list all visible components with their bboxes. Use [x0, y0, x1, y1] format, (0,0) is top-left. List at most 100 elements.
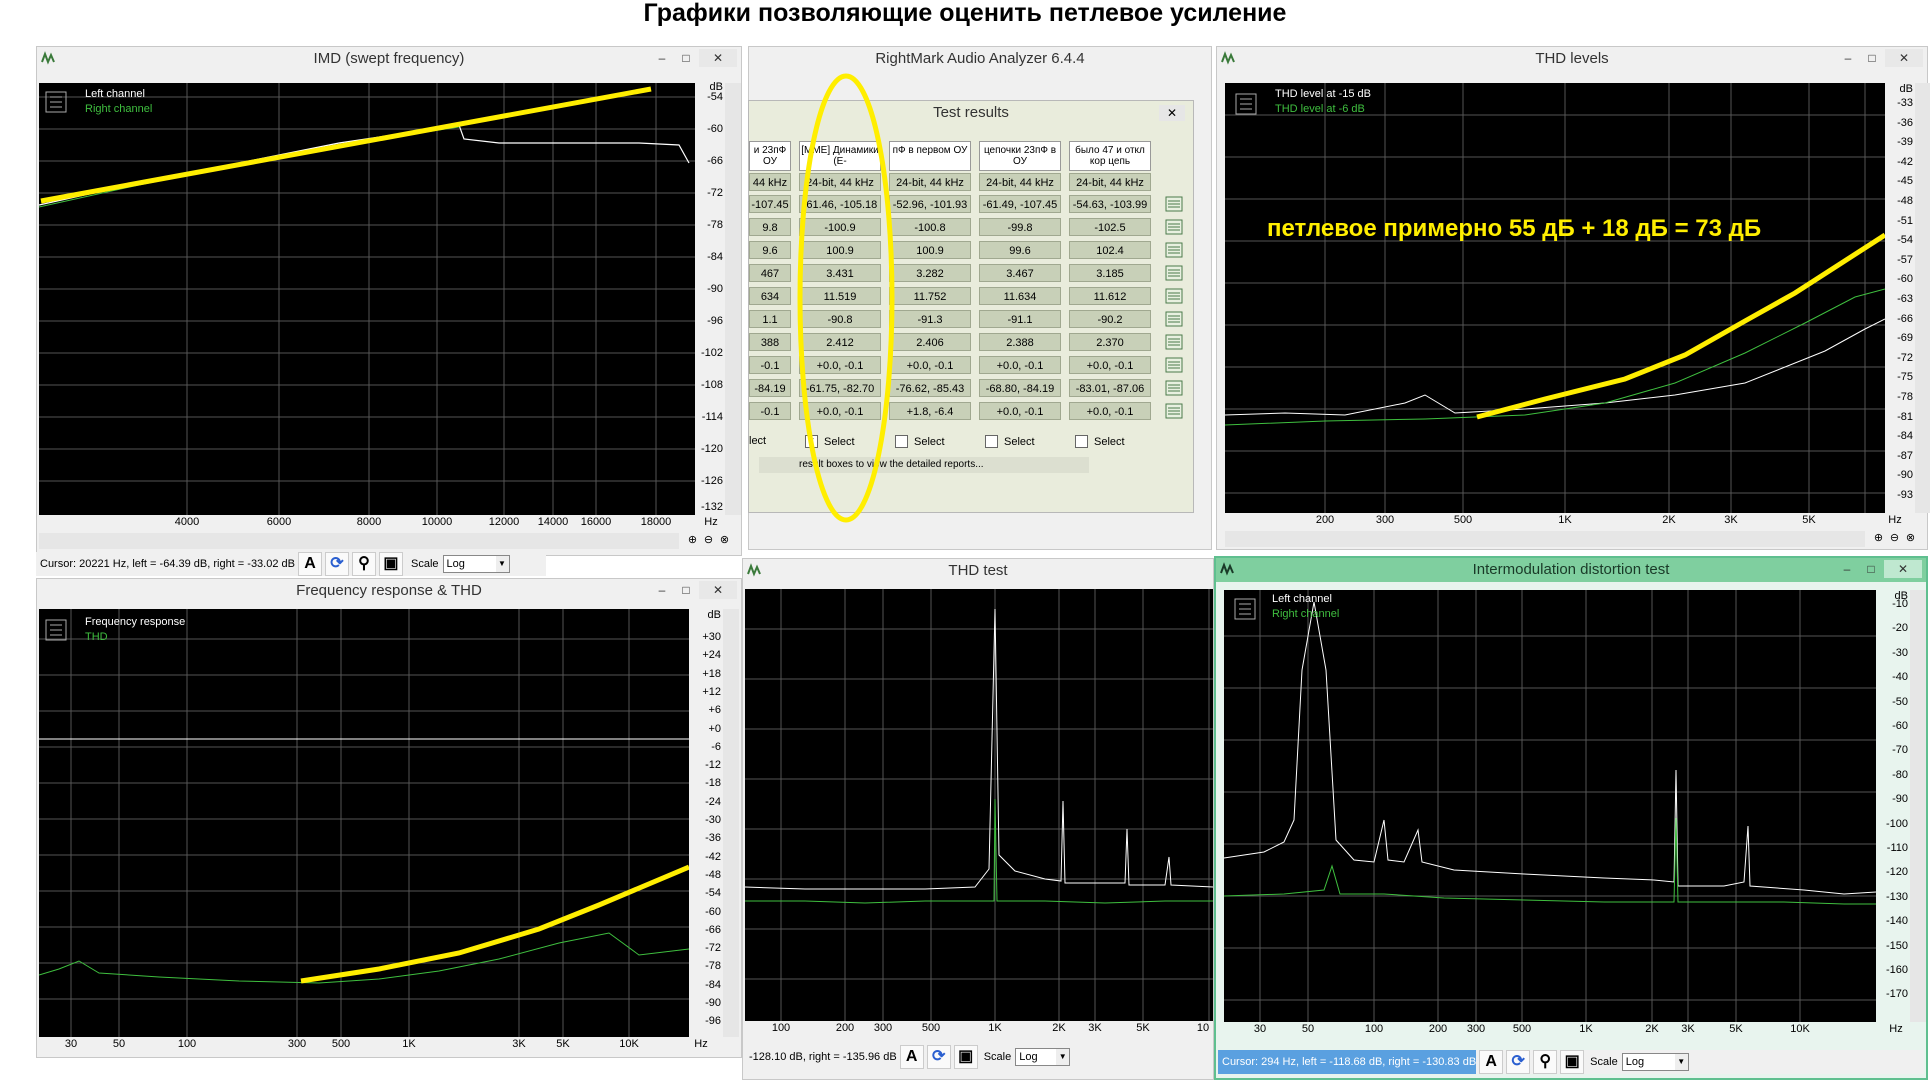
imd-test-y-axis: dB -10 -20 -30 -40 -50 -60 -70 -80 -90 -100 -110 -1… [1876, 590, 1910, 1022]
font-icon[interactable]: A [899, 1045, 924, 1069]
x-tick: 2K [1662, 514, 1676, 526]
y-tick: -84 [705, 978, 721, 991]
minimize-button[interactable]: – [651, 581, 673, 599]
legend-toggle-icon[interactable] [45, 91, 67, 113]
column-header: цепочки 23пФ в ОУ [979, 141, 1061, 171]
freq-response-plot[interactable]: Frequency response THD [39, 609, 689, 1037]
thd-test-statusbar: -128.10 dB, right = -135.96 dB A ⟳ ▣ Sca… [745, 1045, 1213, 1069]
imd-swept-titlebar[interactable]: IMD (swept frequency) – □ ✕ [37, 47, 741, 71]
magnify-icon[interactable]: ⚲ [351, 552, 376, 576]
freq-response-title: Frequency response & THD [296, 582, 482, 599]
freq-response-vscroll[interactable] [723, 609, 739, 1037]
y-tick: -108 [700, 379, 723, 391]
save-icon[interactable]: ▣ [1560, 1050, 1585, 1074]
save-icon[interactable]: ▣ [378, 552, 403, 576]
x-tick: 50 [1301, 1023, 1315, 1035]
select-checkbox[interactable]: Select [1075, 435, 1125, 448]
close-button[interactable]: ✕ [699, 49, 737, 67]
zoom-in-icon[interactable]: ⊕ [685, 533, 700, 548]
y-tick: -84 [707, 251, 723, 263]
y-tick: -72 [1897, 351, 1913, 364]
minimize-button[interactable]: – [1837, 49, 1859, 67]
legend-toggle-icon[interactable] [1234, 598, 1256, 620]
font-icon[interactable]: A [297, 552, 322, 576]
minimize-button[interactable]: – [651, 49, 673, 67]
graph-view-icon[interactable] [1164, 333, 1184, 351]
imd-test-titlebar[interactable]: Intermodulation distortion test – □ ✕ [1216, 558, 1926, 582]
graph-view-icon[interactable] [1164, 287, 1184, 305]
refresh-icon[interactable]: ⟳ [1506, 1050, 1531, 1074]
graph-view-icon[interactable] [1164, 356, 1184, 374]
imd-test-plot[interactable]: Left channel Right channel [1224, 590, 1876, 1022]
scale-select[interactable]: Log ▼ [1015, 1048, 1071, 1066]
zoom-out-icon[interactable]: ⊖ [701, 533, 716, 548]
result-cell: 3.467 [979, 264, 1061, 282]
save-icon[interactable]: ▣ [953, 1045, 978, 1069]
graph-view-icon[interactable] [1164, 241, 1184, 259]
rate-cell: 24-bit, 44 kHz [979, 173, 1061, 191]
font-icon[interactable]: A [1479, 1050, 1504, 1074]
graph-view-icon[interactable] [1164, 264, 1184, 282]
thd-levels-plot[interactable]: THD level at -15 dB THD level at -6 dB п… [1225, 83, 1885, 513]
select-checkbox[interactable]: lect [749, 435, 766, 447]
refresh-icon[interactable]: ⟳ [926, 1045, 951, 1069]
close-button[interactable]: ✕ [1884, 560, 1922, 578]
thd-levels-window[interactable]: THD levels – □ ✕ THD level at -15 dB THD l… [1216, 46, 1930, 550]
imd-test-window[interactable]: Intermodulation distortion test – □ ✕ Left… [1214, 556, 1928, 1080]
thd-levels-vscroll[interactable] [1915, 83, 1930, 513]
zoom-in-icon[interactable]: ⊕ [1871, 531, 1886, 546]
select-checkbox[interactable]: Select [985, 435, 1035, 448]
y-tick: -90 [1897, 469, 1913, 482]
legend-toggle-icon[interactable] [45, 619, 67, 641]
graph-view-icon[interactable] [1164, 310, 1184, 328]
zoom-out-icon[interactable]: ⊖ [1887, 531, 1902, 546]
imd-swept-window[interactable]: IMD (swept frequency) – □ ✕ Left channel R… [36, 46, 742, 556]
thd-minus6-trace [1225, 288, 1885, 426]
y-tick: -39 [1897, 136, 1913, 149]
thd-test-titlebar[interactable]: THD test [743, 559, 1213, 583]
x-tick: 300 [873, 1022, 893, 1034]
scale-select[interactable]: Log ▼ [442, 555, 510, 573]
imd-swept-plot[interactable]: Left channel Right channel [39, 83, 695, 515]
column-header: было 47 и откл кор цепь [1069, 141, 1151, 171]
legend-toggle-icon[interactable] [1235, 93, 1257, 115]
magnify-icon[interactable]: ⚲ [1533, 1050, 1558, 1074]
y-tick: -78 [1897, 391, 1913, 403]
close-button[interactable]: ✕ [699, 581, 737, 599]
checkbox-icon[interactable] [1075, 435, 1088, 448]
y-tick: -54 [1897, 234, 1913, 247]
result-cell: 3.185 [1069, 264, 1151, 282]
close-icon[interactable]: ✕ [1159, 105, 1185, 121]
graph-view-icon[interactable] [1164, 402, 1184, 420]
refresh-icon[interactable]: ⟳ [324, 552, 349, 576]
select-checkbox[interactable]: Select [895, 435, 945, 448]
freq-response-titlebar[interactable]: Frequency response & THD – □ ✕ [37, 579, 741, 603]
thd-levels-titlebar[interactable]: THD levels – □ ✕ [1217, 47, 1927, 71]
maximize-button[interactable]: □ [1860, 560, 1882, 578]
imd-swept-graph [39, 83, 695, 515]
close-button[interactable]: ✕ [1885, 49, 1923, 67]
checkbox-icon[interactable] [985, 435, 998, 448]
x-tick: 100 [177, 1038, 197, 1050]
zoom-fit-icon[interactable]: ⊗ [717, 533, 732, 548]
scale-select[interactable]: Log ▼ [1621, 1053, 1689, 1071]
maximize-button[interactable]: □ [675, 581, 697, 599]
thd-test-plot[interactable] [745, 589, 1213, 1021]
imd-swept-vscroll[interactable] [725, 83, 741, 515]
zoom-fit-icon[interactable]: ⊗ [1903, 531, 1918, 546]
maximize-button[interactable]: □ [675, 49, 697, 67]
y-tick: -60 [707, 123, 723, 135]
thd-levels-hscroll[interactable] [1225, 531, 1865, 547]
maximize-button[interactable]: □ [1861, 49, 1883, 67]
graph-view-icon[interactable] [1164, 218, 1184, 236]
minimize-button[interactable]: – [1836, 560, 1858, 578]
x-tick: 5K [1136, 1022, 1150, 1034]
x-tick: 5K [556, 1038, 570, 1050]
imd-test-vscroll[interactable] [1910, 590, 1926, 1022]
thd-test-window[interactable]: THD test 100 200 300 500 1K 2K 3K 5K 10 … [742, 558, 1214, 1080]
imd-swept-title: IMD (swept frequency) [313, 50, 465, 67]
imd-swept-hscroll[interactable] [39, 533, 679, 549]
graph-view-icon[interactable] [1164, 195, 1184, 213]
freq-response-window[interactable]: Frequency response & THD – □ ✕ Frequency r… [36, 578, 742, 1058]
graph-view-icon[interactable] [1164, 379, 1184, 397]
